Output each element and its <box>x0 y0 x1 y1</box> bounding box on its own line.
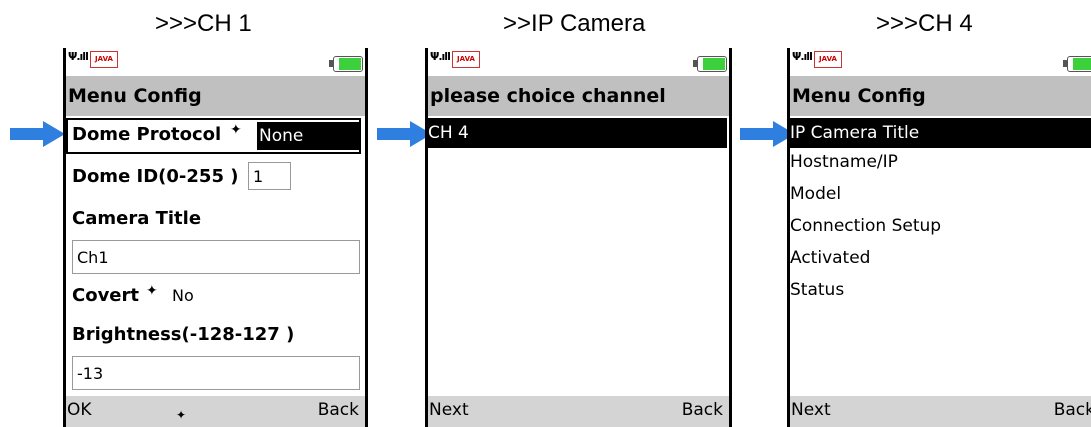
menu-list: IP Camera Title Hostname/IP Model Connec… <box>790 116 1091 396</box>
softkey-bar: OK ✦ Back <box>66 396 365 427</box>
covert-select[interactable]: No <box>172 286 194 305</box>
form-body: Dome Protocol ✦ None Dome ID(0-255 ) 1 C… <box>66 116 365 396</box>
pointer-arrow-icon <box>10 121 65 147</box>
java-badge: JAVA <box>814 51 842 68</box>
list-item-hostname[interactable]: Hostname/IP <box>790 152 898 172</box>
dome-id-input[interactable]: 1 <box>248 162 291 190</box>
list-item-activated[interactable]: Activated <box>790 248 870 268</box>
pointer-arrow-icon <box>377 121 432 147</box>
java-badge: JAVA <box>90 51 118 68</box>
status-bar: Ψ.ıll JAVA <box>66 48 365 76</box>
list-item-ch4[interactable]: CH 4 <box>428 118 727 148</box>
signal-icon: Ψ.ıll <box>792 50 813 63</box>
brightness-label: Brightness(-128-127 ) <box>72 324 295 345</box>
battery-icon <box>1063 56 1091 72</box>
screen-title: please choice channel <box>428 76 729 116</box>
dropdown-arrow-icon: ✦ <box>230 122 242 138</box>
back-softkey[interactable]: Back <box>682 400 723 420</box>
caption-ch4: >>>CH 4 <box>876 10 973 37</box>
softkey-bar: Next Back <box>428 396 729 427</box>
channel-list: CH 4 <box>428 116 729 396</box>
status-bar: Ψ.ıll JAVA <box>790 48 1091 76</box>
next-softkey[interactable]: Next <box>429 400 469 420</box>
list-item-connection-setup[interactable]: Connection Setup <box>790 216 941 236</box>
caption-ch1: >>>CH 1 <box>155 10 252 37</box>
softkey-bar: Next Back <box>790 396 1091 427</box>
signal-icon: Ψ.ıll <box>68 50 89 63</box>
java-badge: JAVA <box>452 51 480 68</box>
dome-protocol-label: Dome Protocol <box>72 124 222 145</box>
signal-icon: Ψ.ıll <box>430 50 451 63</box>
phone-screen-ip-camera: Ψ.ıll JAVA please choice channel CH 4 Ne… <box>425 48 732 427</box>
next-softkey[interactable]: Next <box>791 400 831 420</box>
dome-protocol-select[interactable]: None <box>257 122 360 150</box>
nav-arrow-icon: ✦ <box>176 408 187 422</box>
list-item-ip-camera-title[interactable]: IP Camera Title <box>790 118 1091 148</box>
status-bar: Ψ.ıll JAVA <box>428 48 729 76</box>
phone-screen-ch1: Ψ.ıll JAVA Menu Config Dome Protocol ✦ N… <box>63 48 368 427</box>
covert-label: Covert <box>72 285 139 306</box>
dome-id-label: Dome ID(0-255 ) <box>72 166 239 187</box>
camera-title-label: Camera Title <box>72 208 202 229</box>
list-item-model[interactable]: Model <box>790 184 841 204</box>
screen-title: Menu Config <box>790 76 1091 116</box>
battery-icon <box>693 56 729 72</box>
brightness-input[interactable]: -13 <box>72 356 360 390</box>
back-softkey[interactable]: Back <box>318 400 359 420</box>
ok-softkey[interactable]: OK <box>67 400 92 420</box>
phone-screen-ch4: Ψ.ıll JAVA Menu Config IP Camera Title H… <box>787 48 1091 427</box>
caption-ip-camera: >>IP Camera <box>503 10 646 37</box>
screen-title: Menu Config <box>66 76 365 116</box>
dropdown-arrow-icon: ✦ <box>146 283 158 299</box>
camera-title-input[interactable]: Ch1 <box>72 240 360 274</box>
list-item-status[interactable]: Status <box>790 280 844 300</box>
battery-icon <box>329 56 365 72</box>
back-softkey[interactable]: Back <box>1054 400 1091 420</box>
